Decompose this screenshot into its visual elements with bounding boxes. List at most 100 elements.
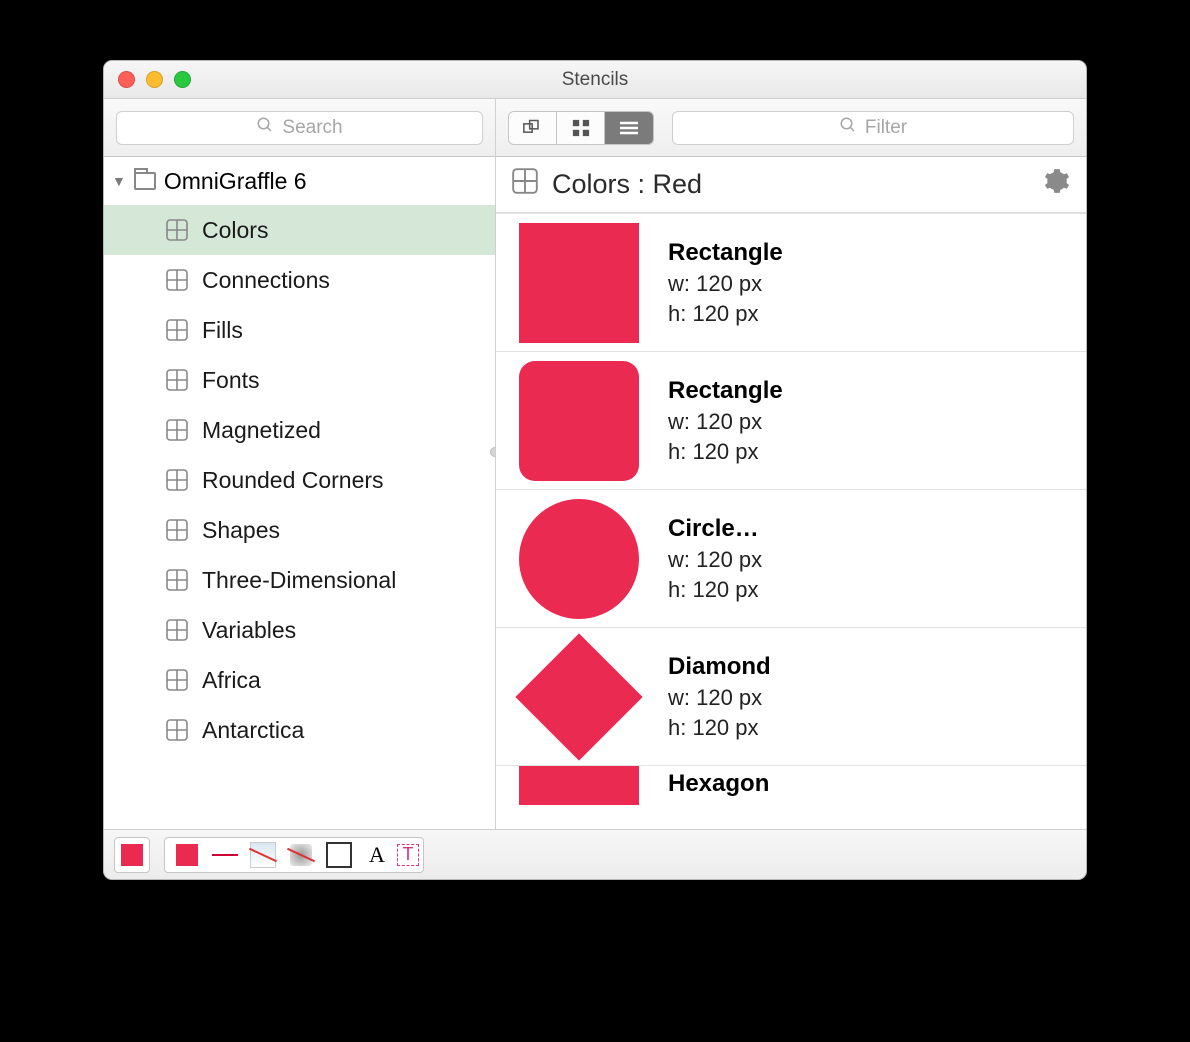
view-outline-button[interactable] (509, 112, 557, 144)
swatch-color-icon (121, 844, 143, 866)
search-icon (839, 116, 857, 140)
text-layout-chip[interactable]: T (397, 844, 419, 866)
sidebar-item-shapes[interactable]: Shapes (104, 505, 495, 555)
toolbar: Search Filter (104, 99, 1086, 157)
sidebar-item-label: Variables (202, 617, 296, 644)
filter-input[interactable]: Filter (672, 111, 1074, 145)
titlebar: Stencils (104, 61, 1086, 99)
sidebar-item-variables[interactable]: Variables (104, 605, 495, 655)
sidebar-item-label: Africa (202, 667, 261, 694)
sidebar-item-label: Connections (202, 267, 330, 294)
sidebar-item-label: Colors (202, 217, 268, 244)
root-label: OmniGraffle 6 (164, 168, 307, 195)
font-style-chip[interactable]: A (359, 841, 395, 869)
toolbar-left: Search (104, 99, 496, 156)
list-item[interactable]: Rectangle w: 120 px h: 120 px (496, 213, 1086, 351)
shape-thumb (514, 766, 644, 805)
list-item[interactable]: Circle… w: 120 px h: 120 px (496, 489, 1086, 627)
sidebar-item-antarctica[interactable]: Antarctica (104, 705, 495, 755)
sidebar-item-label: Fonts (202, 367, 260, 394)
gear-icon[interactable] (1044, 168, 1070, 201)
image-style-chip[interactable] (245, 841, 281, 869)
zoom-button[interactable] (174, 71, 191, 88)
shape-thumb (514, 361, 644, 481)
item-width: w: 120 px (668, 547, 762, 573)
stroke-style-chip[interactable] (207, 841, 243, 869)
sidebar-item-fonts[interactable]: Fonts (104, 355, 495, 405)
stencil-icon (166, 219, 188, 241)
item-height: h: 120 px (668, 577, 762, 603)
shadow-style-chip[interactable] (283, 841, 319, 869)
search-input[interactable]: Search (116, 111, 483, 145)
sidebar-item-colors[interactable]: Colors (104, 205, 495, 255)
list-item[interactable]: Hexagon (496, 765, 1086, 805)
style-strip: A T (164, 837, 424, 873)
sidebar-item-label: Magnetized (202, 417, 321, 444)
fill-style-chip[interactable] (169, 841, 205, 869)
shape-style-chip[interactable] (321, 841, 357, 869)
list-item[interactable]: Diamond w: 120 px h: 120 px (496, 627, 1086, 765)
sidebar-item-rounded-corners[interactable]: Rounded Corners (104, 455, 495, 505)
minimize-button[interactable] (146, 71, 163, 88)
stencil-icon (166, 719, 188, 741)
sidebar-item-connections[interactable]: Connections (104, 255, 495, 305)
sidebar-item-africa[interactable]: Africa (104, 655, 495, 705)
sidebar-item-label: Three-Dimensional (202, 567, 396, 594)
content-area: ▼ OmniGraffle 6 Colors Connections Fills (104, 157, 1086, 829)
sidebar: ▼ OmniGraffle 6 Colors Connections Fills (104, 157, 496, 829)
item-meta: Diamond w: 120 px h: 120 px (668, 653, 771, 741)
stencil-icon (166, 469, 188, 491)
item-meta: Rectangle w: 120 px h: 120 px (668, 377, 783, 465)
view-grid-button[interactable] (557, 112, 605, 144)
close-button[interactable] (118, 71, 135, 88)
shape-thumb (514, 223, 644, 343)
stencil-icon (166, 269, 188, 291)
item-height: h: 120 px (668, 439, 783, 465)
item-name: Diamond (668, 653, 771, 681)
main-title: Colors : Red (552, 169, 702, 200)
item-name: Hexagon (668, 770, 769, 798)
item-meta: Rectangle w: 120 px h: 120 px (668, 239, 783, 327)
item-width: w: 120 px (668, 271, 783, 297)
window-title: Stencils (104, 69, 1086, 91)
filter-placeholder: Filter (865, 117, 907, 139)
sidebar-item-three-dimensional[interactable]: Three-Dimensional (104, 555, 495, 605)
sidebar-item-fills[interactable]: Fills (104, 305, 495, 355)
sidebar-item-label: Antarctica (202, 717, 304, 744)
folder-icon (134, 172, 156, 190)
stencil-icon (166, 419, 188, 441)
sidebar-item-label: Shapes (202, 517, 280, 544)
item-name: Circle… (668, 515, 762, 543)
stencils-window: Stencils Search (103, 60, 1087, 880)
item-name: Rectangle (668, 377, 783, 405)
color-swatch[interactable] (114, 837, 150, 873)
shape-thumb (514, 499, 644, 619)
item-meta: Hexagon (668, 766, 769, 798)
stencil-list: Rectangle w: 120 px h: 120 px Rectangle … (496, 213, 1086, 829)
sidebar-resize-handle[interactable] (490, 447, 496, 457)
tree-root[interactable]: ▼ OmniGraffle 6 (104, 157, 495, 205)
list-item[interactable]: Rectangle w: 120 px h: 120 px (496, 351, 1086, 489)
item-name: Rectangle (668, 239, 783, 267)
disclosure-triangle-icon[interactable]: ▼ (112, 173, 126, 189)
stencil-icon (166, 569, 188, 591)
search-icon (256, 116, 274, 140)
item-height: h: 120 px (668, 301, 783, 327)
shape-thumb (514, 637, 644, 757)
toolbar-right: Filter (496, 111, 1086, 145)
stencil-icon (166, 669, 188, 691)
traffic-lights (104, 71, 191, 88)
stencil-icon (512, 168, 538, 201)
stencil-icon (166, 369, 188, 391)
main-header: Colors : Red (496, 157, 1086, 213)
sidebar-item-magnetized[interactable]: Magnetized (104, 405, 495, 455)
item-height: h: 120 px (668, 715, 771, 741)
main-pane: Colors : Red Rectangle w: 120 px h: 120 … (496, 157, 1086, 829)
view-mode-segmented (508, 111, 654, 145)
search-placeholder: Search (282, 117, 342, 139)
stencil-icon (166, 619, 188, 641)
view-list-button[interactable] (605, 112, 653, 144)
stencil-icon (166, 519, 188, 541)
item-width: w: 120 px (668, 409, 783, 435)
item-meta: Circle… w: 120 px h: 120 px (668, 515, 762, 603)
